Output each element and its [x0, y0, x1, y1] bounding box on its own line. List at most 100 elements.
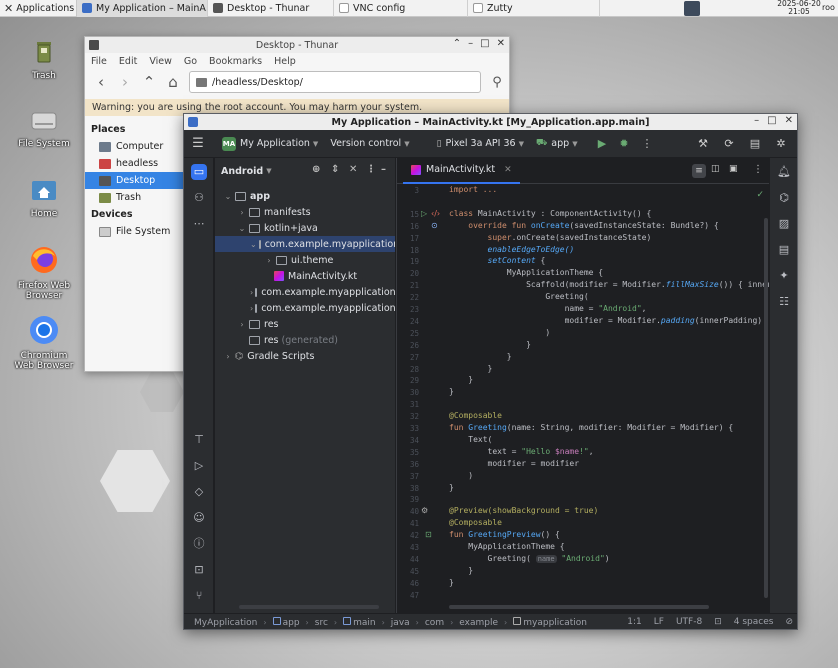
run-config-selector[interactable]: app	[551, 138, 569, 149]
main-menu-icon[interactable]: ☰	[184, 136, 212, 151]
close-tab-icon[interactable]: ✕	[504, 165, 512, 175]
sidebar-item-trash[interactable]: Trash	[85, 189, 183, 206]
thunar-titlebar[interactable]: Desktop - Thunar ⌃ – □ ✕	[85, 37, 509, 53]
structure-tool-icon[interactable]: ⚇	[191, 190, 207, 206]
sidebar-item-desktop[interactable]: Desktop	[85, 172, 183, 189]
vcs-selector[interactable]: Version control	[330, 138, 401, 149]
forward-arrow-icon[interactable]: ›	[117, 73, 133, 91]
menu-help[interactable]: Help	[274, 56, 296, 67]
caret-position[interactable]: 1:1	[627, 617, 641, 627]
run-gutter-icon[interactable]: ▷	[421, 208, 427, 220]
maximize-button[interactable]: □	[767, 115, 776, 126]
home-icon[interactable]: ⌂	[165, 73, 181, 91]
up-arrow-icon[interactable]: ⌃	[141, 73, 157, 91]
tree-item-manifests[interactable]: › manifests	[215, 204, 395, 220]
tab-mainactivity[interactable]: MainActivity.kt ✕	[403, 158, 520, 184]
project-selector[interactable]: My Application	[240, 138, 310, 149]
tree-item-app[interactable]: ⌄ app	[215, 188, 395, 204]
more-vertical-icon[interactable]: ⋮	[640, 137, 654, 151]
more-vertical-icon[interactable]: ⋮	[753, 164, 763, 175]
minimize-button[interactable]: –	[754, 115, 759, 126]
tree-item-package-android-test[interactable]: › com.example.myapplication (	[215, 284, 395, 300]
tree-item-ui-theme[interactable]: › ui.theme	[215, 252, 395, 268]
project-view-selector[interactable]: Android	[221, 166, 263, 177]
breadcrumb-item[interactable]: java	[391, 618, 410, 628]
breadcrumb-item[interactable]: MyApplication	[194, 618, 257, 628]
tree-item-package[interactable]: ⌄ com.example.myapplication	[215, 236, 395, 252]
maximize-button[interactable]: □	[480, 38, 489, 49]
breadcrumb-item[interactable]: com	[425, 618, 444, 628]
collapse-icon[interactable]: ✕	[349, 164, 357, 175]
search-icon[interactable]: ⚲	[489, 75, 505, 90]
line-separator[interactable]: LF	[654, 617, 664, 627]
location-bar[interactable]: /headless/Desktop/	[189, 71, 481, 93]
task-thunar[interactable]: Desktop - Thunar	[208, 0, 334, 17]
target-icon[interactable]: ⊕	[312, 164, 320, 175]
desktop-icon-firefox[interactable]: Firefox Web Browser	[12, 244, 76, 301]
hide-panel-icon[interactable]: –	[381, 164, 386, 175]
gradle-icon[interactable]: ⌬	[776, 190, 792, 206]
file-encoding[interactable]: UTF-8	[676, 617, 702, 627]
code-content[interactable]: import ... class MainActivity : Componen…	[449, 184, 769, 604]
desktop-icon-file-system[interactable]: File System	[12, 106, 76, 149]
code-view-icon[interactable]: ≡	[692, 164, 706, 178]
project-tool-icon[interactable]: ▭	[191, 164, 207, 180]
project-panel-scrollbar[interactable]	[239, 605, 379, 609]
task-zutty[interactable]: Zutty	[468, 0, 600, 17]
applications-menu-button[interactable]: ✕ Applications	[0, 0, 77, 17]
tray-app-icon[interactable]	[684, 1, 700, 16]
back-arrow-icon[interactable]: ‹	[93, 73, 109, 91]
editor-vertical-scrollbar[interactable]	[764, 218, 768, 598]
indent-setting[interactable]: 4 spaces	[734, 617, 774, 627]
logcat-icon[interactable]: ☺	[191, 510, 207, 526]
desktop-icon-home[interactable]: Home	[12, 176, 76, 219]
options-icon[interactable]: ⋮	[366, 164, 376, 175]
task-android-studio[interactable]: My Application – MainA…	[77, 0, 208, 17]
terminal-icon[interactable]: ⊡	[191, 562, 207, 578]
gemini-icon[interactable]: ✦	[776, 268, 792, 284]
lock-icon[interactable]: ⊘	[785, 617, 793, 627]
run-tool-icon[interactable]: ▷	[191, 458, 207, 474]
sidebar-item-file-system[interactable]: File System	[85, 223, 183, 240]
menu-edit[interactable]: Edit	[119, 56, 137, 67]
device-selector[interactable]: Pixel 3a API 36	[446, 138, 516, 149]
desktop-icon-trash[interactable]: Trash	[12, 36, 76, 81]
gem-tool-icon[interactable]: ◇	[191, 484, 207, 500]
device-explorer-icon[interactable]: ▨	[776, 216, 792, 232]
running-devices-icon[interactable]: ▤	[776, 242, 792, 258]
tree-item-res-generated[interactable]: res (generated)	[215, 332, 395, 348]
tree-item-res[interactable]: › res	[215, 316, 395, 332]
problems-icon[interactable]: ⓘ	[191, 536, 207, 552]
breadcrumb-item[interactable]: app	[272, 617, 300, 628]
more-tools-icon[interactable]: ⋯	[191, 216, 207, 232]
tree-item-kotlin-java[interactable]: ⌄ kotlin+java	[215, 220, 395, 236]
clock[interactable]: 2025-06-20 21:05	[776, 0, 822, 17]
sidebar-item-headless[interactable]: headless	[85, 155, 183, 172]
tree-item-package-test[interactable]: › com.example.myapplication (	[215, 300, 395, 316]
expand-icon[interactable]: ⇕	[331, 164, 339, 175]
menu-go[interactable]: Go	[184, 56, 197, 67]
sidebar-item-computer[interactable]: Computer	[85, 138, 183, 155]
breadcrumb-item[interactable]: example	[459, 618, 498, 628]
split-view-icon[interactable]: ◫	[711, 164, 720, 174]
notifications-icon[interactable]: 🔔︎	[776, 164, 792, 180]
close-button[interactable]: ✕	[497, 38, 505, 49]
structure-list-icon[interactable]: ☷	[776, 294, 792, 310]
readonly-toggle-icon[interactable]: ⊡	[714, 617, 722, 627]
tree-item-mainactivity[interactable]: MainActivity.kt	[215, 268, 395, 284]
tree-item-gradle-scripts[interactable]: › ⌬ Gradle Scripts	[215, 348, 395, 364]
breadcrumb-item[interactable]: main	[343, 617, 376, 628]
minimize-icon[interactable]: ⌃	[453, 38, 461, 49]
build-icon[interactable]: ⚒	[696, 137, 710, 151]
run-icon[interactable]: ▶	[595, 137, 609, 151]
menu-view[interactable]: View	[149, 56, 172, 67]
sync-icon[interactable]: ⟳	[722, 137, 736, 151]
breadcrumb-item[interactable]: src	[315, 618, 328, 628]
preview-settings-gutter-icon[interactable]: ⚙	[421, 505, 428, 517]
git-icon[interactable]: ⑂	[191, 588, 207, 604]
build-tool-icon[interactable]: ⊤	[191, 432, 207, 448]
editor-horizontal-scrollbar[interactable]	[449, 605, 709, 609]
no-problems-check-icon[interactable]: ✓	[756, 190, 764, 200]
desktop-icon-chromium[interactable]: Chromium Web Browser	[12, 314, 76, 371]
design-view-icon[interactable]: ▣	[729, 164, 738, 174]
